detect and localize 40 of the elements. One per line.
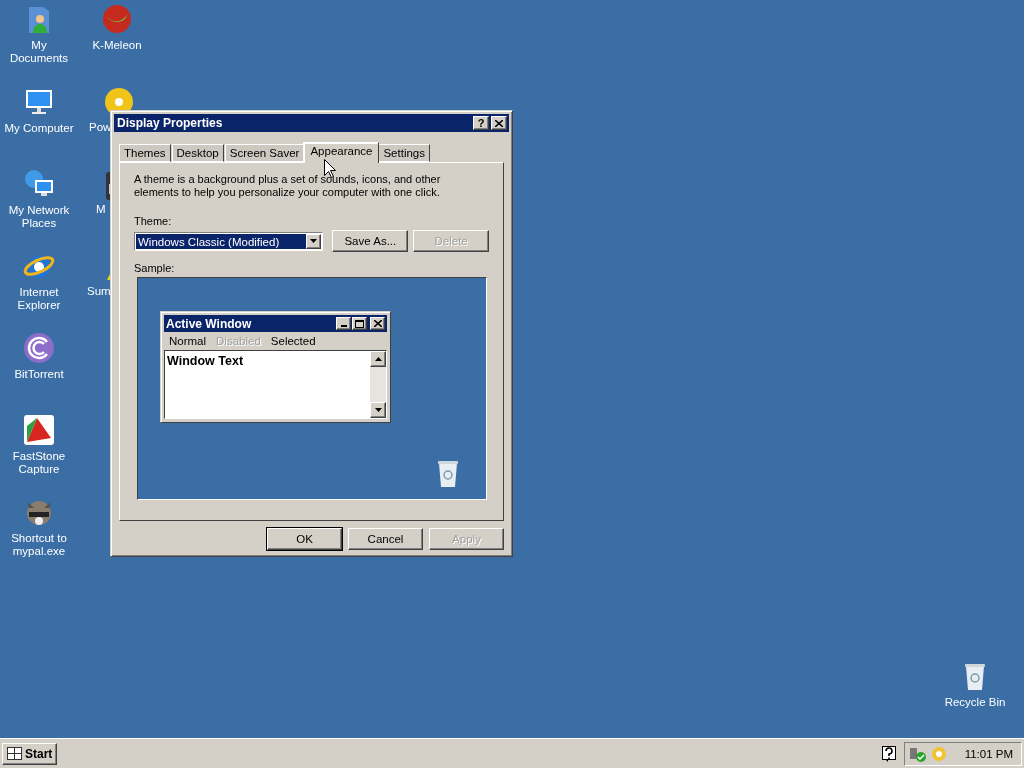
field-label: Theme: (134, 215, 173, 227)
help-icon[interactable] (881, 745, 896, 762)
scroll-up-icon (374, 357, 382, 361)
icon-label[interactable]: My Documents (1, 39, 77, 65)
field-label: Sample: (134, 262, 176, 274)
icon-label[interactable]: Recycle Bin (944, 696, 1006, 709)
icon-label[interactable]: K-Meleon (92, 39, 142, 52)
minimize-icon (340, 325, 347, 327)
sample-window-title: Active Window (166, 316, 253, 331)
window-text: Window Text (166, 353, 245, 370)
spiral-icon (23, 332, 55, 364)
description-text: A theme is a background plus a set of sounds, icons, and other elements to help you personalize your computer with one click. (134, 173, 442, 199)
icon-label[interactable]: Sum (87, 285, 111, 298)
clock[interactable]: 11:01 PM (964, 747, 1013, 760)
window-title: Display Properties (117, 116, 224, 130)
help-button[interactable]: ? (473, 116, 489, 130)
close-icon (495, 119, 503, 127)
icon-label[interactable]: BitTorrent (14, 368, 64, 381)
tab[interactable]: Screen Saver (224, 144, 305, 162)
dialog-button[interactable]: Cancel (348, 528, 423, 550)
icon-label[interactable]: Internet Explorer (1, 286, 77, 312)
theme-dropdown[interactable]: Windows Classic (Modified) (134, 231, 324, 251)
tab[interactable]: Themes (119, 144, 171, 162)
tab[interactable]: Appearance (303, 142, 380, 163)
theme-button[interactable]: Save As... (332, 230, 409, 252)
icon-label[interactable]: My Computer (4, 122, 74, 135)
icon-label[interactable]: My Network Places (1, 204, 77, 230)
start-button[interactable]: Start (2, 742, 58, 765)
close-button[interactable] (491, 116, 507, 130)
icon-label[interactable]: FastStone Capture (1, 450, 77, 476)
windows-logo-icon (7, 747, 22, 760)
icon-label[interactable]: M (96, 203, 106, 216)
network-check-icon[interactable] (908, 745, 927, 762)
tab[interactable]: Settings (378, 144, 430, 162)
tab[interactable]: Desktop (171, 144, 224, 162)
icon-label[interactable]: Shortcut to mypal.exe (1, 532, 77, 558)
dialog-button[interactable]: OK (267, 528, 342, 550)
fan-icon (23, 414, 55, 446)
scroll-down-icon (374, 408, 382, 412)
dropdown-arrow-icon (310, 239, 318, 243)
